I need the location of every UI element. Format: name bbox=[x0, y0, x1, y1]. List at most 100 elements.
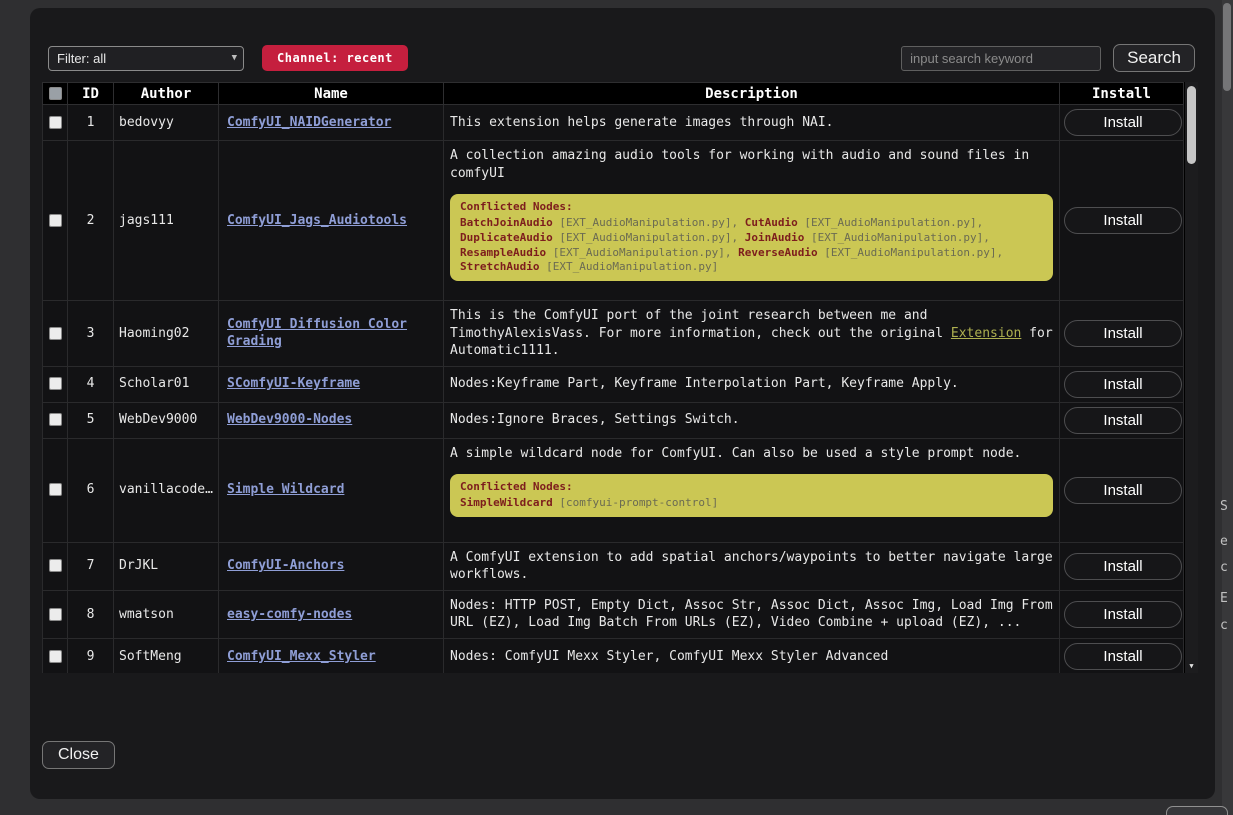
search-input[interactable] bbox=[901, 46, 1101, 71]
install-button[interactable]: Install bbox=[1064, 371, 1182, 398]
node-name-link[interactable]: WebDev9000-Nodes bbox=[227, 412, 352, 427]
node-name-link[interactable]: SComfyUI-Keyframe bbox=[227, 376, 360, 391]
conflict-node: CutAudio bbox=[745, 216, 798, 229]
conflict-source: [EXT_AudioManipulation.py], bbox=[811, 231, 990, 244]
install-button[interactable]: Install bbox=[1064, 643, 1182, 670]
install-button[interactable]: Install bbox=[1064, 109, 1182, 136]
install-button[interactable]: Install bbox=[1064, 477, 1182, 504]
page-scrollbar[interactable] bbox=[1222, 0, 1233, 815]
install-button[interactable]: Install bbox=[1064, 320, 1182, 347]
conflict-node: ResampleAudio bbox=[460, 246, 546, 259]
conflicted-nodes-list: BatchJoinAudio [EXT_AudioManipulation.py… bbox=[460, 216, 1043, 275]
obscured-ui-fragment: e bbox=[1220, 534, 1228, 549]
conflict-source: [EXT_AudioManipulation.py], bbox=[804, 216, 983, 229]
row-checkbox[interactable] bbox=[49, 377, 62, 390]
node-name-link[interactable]: ComfyUI_NAIDGenerator bbox=[227, 115, 391, 130]
row-id: 6 bbox=[68, 438, 114, 542]
obscured-ui-fragment: E bbox=[1220, 591, 1228, 606]
node-name-link[interactable]: easy-comfy-nodes bbox=[227, 607, 352, 622]
conflict-source: [EXT_AudioManipulation.py], bbox=[824, 246, 1003, 259]
obscured-ui-fragment: c bbox=[1220, 618, 1228, 633]
column-header-install: Install bbox=[1060, 83, 1184, 105]
row-description: Nodes: ComfyUI Mexx Styler, ComfyUI Mexx… bbox=[444, 638, 1060, 673]
row-description-cell: A simple wildcard node for ComfyUI. Can … bbox=[444, 438, 1060, 542]
table-scrollbar-thumb[interactable] bbox=[1187, 86, 1196, 164]
row-description: This extension helps generate images thr… bbox=[444, 105, 1060, 141]
conflicted-nodes-list: SimpleWildcard [comfyui-prompt-control] bbox=[460, 496, 1043, 511]
conflict-node: ReverseAudio bbox=[738, 246, 817, 259]
conflicted-nodes-title: Conflicted Nodes: bbox=[460, 200, 1043, 215]
table-row: 8 wmatson easy-comfy-nodes Nodes: HTTP P… bbox=[43, 590, 1184, 638]
row-description: A simple wildcard node for ComfyUI. Can … bbox=[450, 445, 1053, 463]
row-id: 5 bbox=[68, 402, 114, 438]
row-id: 7 bbox=[68, 542, 114, 590]
row-author: vanillacode… bbox=[114, 438, 219, 542]
close-button[interactable]: Close bbox=[42, 741, 115, 769]
row-description-cell: A collection amazing audio tools for wor… bbox=[444, 141, 1060, 301]
row-author: SoftMeng bbox=[114, 638, 219, 673]
install-button[interactable]: Install bbox=[1064, 553, 1182, 580]
node-name-link[interactable]: ComfyUI-Anchors bbox=[227, 558, 344, 573]
table-row: 1 bedovyy ComfyUI_NAIDGenerator This ext… bbox=[43, 105, 1184, 141]
column-header-id: ID bbox=[68, 83, 114, 105]
row-author: Scholar01 bbox=[114, 366, 219, 402]
conflicted-nodes-title: Conflicted Nodes: bbox=[460, 480, 1043, 495]
column-header-author: Author bbox=[114, 83, 219, 105]
conflict-node: BatchJoinAudio bbox=[460, 216, 553, 229]
node-name-link[interactable]: ComfyUI_Mexx_Styler bbox=[227, 649, 376, 664]
row-checkbox[interactable] bbox=[49, 559, 62, 572]
install-button[interactable]: Install bbox=[1064, 207, 1182, 234]
install-custom-nodes-dialog: Filter: all ▼ Channel: recent Search ID … bbox=[30, 8, 1215, 799]
row-description: This is the ComfyUI port of the joint re… bbox=[444, 301, 1060, 367]
row-checkbox[interactable] bbox=[49, 116, 62, 129]
install-button[interactable]: Install bbox=[1064, 407, 1182, 434]
select-all-checkbox[interactable] bbox=[49, 87, 62, 100]
row-author: Haoming02 bbox=[114, 301, 219, 367]
row-id: 3 bbox=[68, 301, 114, 367]
filter-dropdown[interactable]: Filter: all bbox=[48, 46, 244, 71]
channel-button[interactable]: Channel: recent bbox=[262, 45, 408, 71]
row-checkbox[interactable] bbox=[49, 214, 62, 227]
conflict-source: [EXT_AudioManipulation.py], bbox=[559, 216, 738, 229]
search-button[interactable]: Search bbox=[1113, 44, 1195, 72]
row-author: WebDev9000 bbox=[114, 402, 219, 438]
column-header-name: Name bbox=[219, 83, 444, 105]
row-id: 1 bbox=[68, 105, 114, 141]
row-checkbox[interactable] bbox=[49, 327, 62, 340]
row-checkbox[interactable] bbox=[49, 650, 62, 663]
table-row: 9 SoftMeng ComfyUI_Mexx_Styler Nodes: Co… bbox=[43, 638, 1184, 673]
scrollbar-down-arrow-icon[interactable]: ▼ bbox=[1185, 662, 1198, 670]
table-row: 3 Haoming02 ComfyUI Diffusion Color Grad… bbox=[43, 301, 1184, 367]
table-row: 2 jags111 ComfyUI_Jags_Audiotools A coll… bbox=[43, 141, 1184, 301]
conflict-node: StretchAudio bbox=[460, 260, 539, 273]
table-scrollbar[interactable]: ▼ bbox=[1184, 82, 1198, 673]
description-text: This is the ComfyUI port of the joint re… bbox=[450, 308, 951, 341]
row-checkbox[interactable] bbox=[49, 413, 62, 426]
table-row: 4 Scholar01 SComfyUI-Keyframe Nodes:Keyf… bbox=[43, 366, 1184, 402]
table-row: 6 vanillacode… Simple Wildcard A simple … bbox=[43, 438, 1184, 542]
row-checkbox[interactable] bbox=[49, 608, 62, 621]
row-author: wmatson bbox=[114, 590, 219, 638]
filter-dropdown-wrap: Filter: all ▼ bbox=[48, 46, 244, 71]
row-description: A ComfyUI extension to add spatial ancho… bbox=[444, 542, 1060, 590]
conflict-node: JoinAudio bbox=[745, 231, 805, 244]
obscured-ui-fragment: c bbox=[1220, 560, 1228, 575]
page-scrollbar-thumb[interactable] bbox=[1223, 3, 1231, 91]
node-name-link[interactable]: Simple Wildcard bbox=[227, 482, 344, 497]
install-button[interactable]: Install bbox=[1064, 601, 1182, 628]
description-extension-link[interactable]: Extension bbox=[951, 326, 1021, 341]
conflict-node: SimpleWildcard bbox=[460, 496, 553, 509]
node-name-link[interactable]: ComfyUI_Jags_Audiotools bbox=[227, 213, 407, 228]
row-author: bedovyy bbox=[114, 105, 219, 141]
table-row: 7 DrJKL ComfyUI-Anchors A ComfyUI extens… bbox=[43, 542, 1184, 590]
custom-nodes-table: ID Author Name Description Install 1 bed… bbox=[42, 82, 1184, 673]
row-checkbox[interactable] bbox=[49, 483, 62, 496]
obscured-ui-fragment: S bbox=[1220, 499, 1228, 514]
obscured-button-fragment bbox=[1166, 806, 1228, 815]
row-author: DrJKL bbox=[114, 542, 219, 590]
node-name-link[interactable]: ComfyUI Diffusion Color Grading bbox=[227, 317, 407, 350]
conflicted-nodes-box: Conflicted Nodes: BatchJoinAudio [EXT_Au… bbox=[450, 194, 1053, 281]
conflict-source: [comfyui-prompt-control] bbox=[559, 496, 718, 509]
row-description: Nodes:Ignore Braces, Settings Switch. bbox=[444, 402, 1060, 438]
table-header-row: ID Author Name Description Install bbox=[43, 83, 1184, 105]
